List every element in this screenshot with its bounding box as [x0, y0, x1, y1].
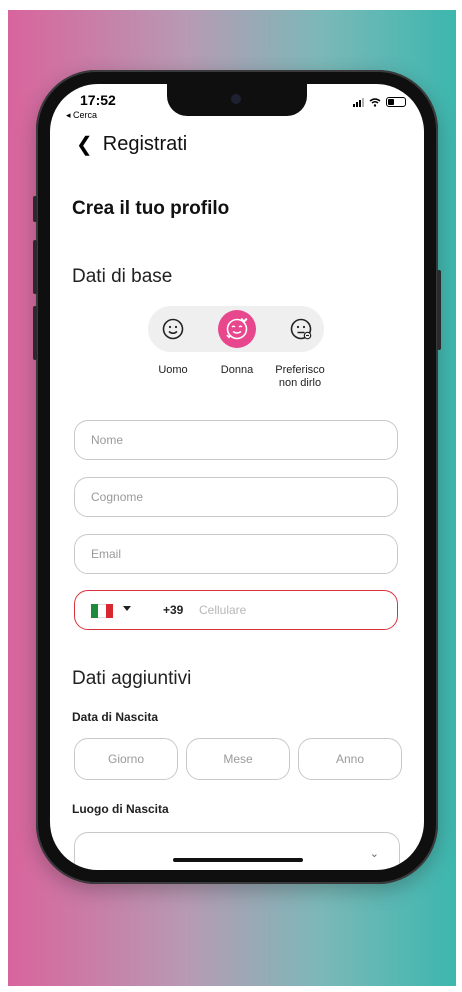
volume-up-button [33, 240, 37, 294]
profile-heading: Crea il tuo profilo [72, 198, 230, 219]
smile-face-icon [162, 318, 184, 340]
country-dropdown-caret-icon[interactable] [123, 606, 131, 611]
surname-field[interactable]: Cognome [74, 477, 398, 517]
email-placeholder: Email [91, 547, 122, 561]
nav-header: ❮ Registrati [76, 132, 187, 157]
front-camera [231, 94, 241, 104]
battery-icon [386, 97, 406, 107]
gender-option-preferisco-non-dirlo[interactable] [282, 310, 320, 348]
gender-option-donna[interactable] [218, 310, 256, 348]
notch [167, 84, 307, 116]
page-title: Registrati [102, 133, 188, 155]
birth-date-label: Data di Nascita [72, 710, 159, 724]
volume-down-button [33, 306, 37, 360]
birth-month-field[interactable]: Mese [186, 738, 290, 780]
italy-flag-icon[interactable] [91, 604, 113, 618]
name-placeholder: Nome [91, 433, 124, 447]
birth-year-placeholder: Anno [335, 752, 365, 766]
power-button [437, 270, 441, 350]
surname-placeholder: Cognome [91, 490, 144, 504]
mute-switch [33, 196, 37, 222]
birth-day-placeholder: Giorno [107, 752, 145, 766]
chevron-left-icon[interactable]: ❮ [76, 132, 93, 157]
gender-label-uomo: Uomo [158, 364, 188, 376]
additional-data-heading: Dati aggiuntivi [72, 668, 192, 689]
basic-data-heading: Dati di base [72, 266, 173, 287]
birth-place-select[interactable]: ⌄ [74, 832, 400, 870]
birth-month-placeholder: Mese [223, 752, 253, 766]
birth-year-field[interactable]: Anno [298, 738, 402, 780]
status-icons [353, 97, 406, 107]
phone-field[interactable]: +39 Cellulare [74, 590, 398, 630]
email-field[interactable]: Email [74, 534, 398, 574]
signal-icon [353, 97, 364, 107]
gender-label-preferisco-line1: Preferisco [275, 364, 325, 376]
wifi-icon [369, 97, 381, 107]
name-field[interactable]: Nome [74, 420, 398, 460]
hearts-face-icon [226, 318, 248, 340]
gender-label-preferisco: Preferisco non dirlo [270, 364, 330, 390]
phone-placeholder: Cellulare [199, 603, 247, 617]
phone-prefix: +39 [163, 603, 184, 617]
neutral-face-icon [290, 318, 312, 340]
status-time: 17:52 [80, 92, 116, 108]
birth-place-label: Luogo di Nascita [72, 802, 169, 816]
gender-option-uomo[interactable] [154, 310, 192, 348]
back-to-app-link[interactable]: ◂ Cerca [66, 110, 97, 121]
gender-label-donna: Donna [220, 364, 254, 376]
gender-label-preferisco-line2: non dirlo [278, 377, 322, 389]
birth-day-field[interactable]: Giorno [74, 738, 178, 780]
home-indicator[interactable] [173, 858, 303, 862]
chevron-down-icon: ⌄ [369, 848, 379, 860]
phone-screen: 17:52 ◂ Cerca ❮ Registrati Crea il tuo p… [50, 84, 424, 870]
